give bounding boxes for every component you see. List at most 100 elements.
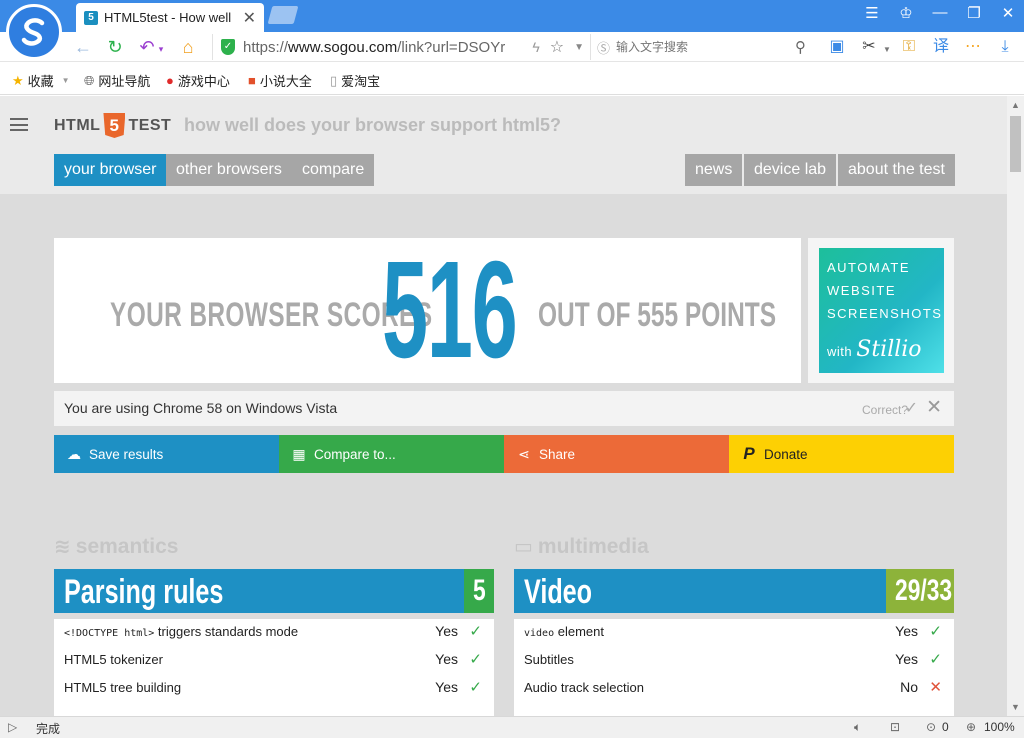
fail-cross-icon: ✕ bbox=[929, 679, 942, 696]
tab-device-lab[interactable]: device lab bbox=[744, 154, 837, 186]
translate-icon[interactable]: 译 bbox=[930, 37, 952, 57]
more-icon[interactable]: ⋯ bbox=[962, 37, 984, 57]
donate-label: Donate bbox=[764, 446, 808, 462]
refresh-icon[interactable]: ↻ bbox=[104, 36, 126, 58]
test-row[interactable]: video element Yes ✓ bbox=[514, 619, 954, 647]
status-text: 完成 bbox=[36, 722, 61, 736]
browser-tab[interactable]: 5 HTML5test - How well ✕ bbox=[76, 3, 264, 32]
donate-button[interactable]: P Donate bbox=[729, 435, 954, 473]
share-button[interactable]: ⋖ Share bbox=[504, 435, 729, 473]
download-count: 0 bbox=[942, 720, 949, 734]
parsing-rules-header[interactable]: Parsing rules 5 bbox=[54, 569, 494, 613]
scissors-dropdown-icon[interactable]: ▼ bbox=[876, 40, 898, 60]
html5-favicon-icon: 5 bbox=[84, 10, 98, 25]
downloads-status-icon[interactable]: ⊙ bbox=[926, 720, 936, 734]
grid-icon: ▦ bbox=[292, 445, 306, 462]
new-tab-button[interactable] bbox=[267, 6, 299, 24]
home-icon[interactable]: ⌂ bbox=[177, 36, 199, 58]
vertical-scrollbar[interactable]: ▲ ▼ bbox=[1007, 96, 1024, 716]
address-bar[interactable]: ✓ https://www.sogou.com/link?url=DSOYr ϟ… bbox=[212, 34, 584, 60]
bookmark-label: 小说大全 bbox=[259, 74, 312, 89]
video-header[interactable]: Video 29/33 bbox=[514, 569, 954, 613]
undo-dropdown-icon[interactable]: ▾ bbox=[150, 38, 172, 60]
favorites-dropdown-icon[interactable]: ▼ bbox=[62, 76, 70, 85]
tab-title: HTML5test - How well bbox=[104, 10, 232, 25]
back-icon[interactable]: ← bbox=[72, 36, 94, 58]
tab-about-the-test[interactable]: about the test bbox=[838, 154, 955, 186]
parsing-rules-score: 5 bbox=[464, 569, 494, 613]
test-result: No bbox=[900, 679, 918, 695]
sidebar-toggle-icon[interactable]: ▷ bbox=[8, 720, 17, 734]
test-row[interactable]: HTML5 tokenizer Yes ✓ bbox=[54, 647, 494, 675]
bookmark-favorites[interactable]: ★ 收藏 ▼ bbox=[12, 71, 70, 90]
scroll-down-icon[interactable]: ▼ bbox=[1011, 702, 1020, 712]
stillio-ad[interactable]: AUTOMATE WEBSITE SCREENSHOTS with Stilli… bbox=[808, 238, 954, 383]
test-result: Yes bbox=[895, 623, 918, 639]
test-label: Audio track selection bbox=[524, 680, 644, 695]
parsing-rules-score-value: 5 bbox=[472, 574, 486, 607]
tab-other-browsers[interactable]: other browsers bbox=[166, 154, 292, 186]
test-row[interactable]: <!DOCTYPE html> triggers standards mode … bbox=[54, 619, 494, 647]
close-tab-icon[interactable]: ✕ bbox=[243, 8, 256, 28]
section-multimedia-title: ▭ multimedia bbox=[514, 534, 649, 559]
tab-your-browser[interactable]: your browser bbox=[54, 154, 167, 186]
address-dropdown-icon[interactable]: ▼ bbox=[574, 42, 584, 53]
bookmark-label: 游戏中心 bbox=[177, 74, 230, 89]
url-text[interactable]: https://www.sogou.com/link?url=DSOYr bbox=[243, 39, 528, 56]
bookmark-taobao[interactable]: ▯ 爱淘宝 bbox=[330, 71, 380, 90]
bookmark-label: 爱淘宝 bbox=[341, 74, 381, 89]
bookmark-novels[interactable]: ■ 小说大全 bbox=[248, 71, 312, 90]
confirm-check-icon[interactable]: ✓ bbox=[905, 398, 918, 418]
video-title: Video bbox=[524, 573, 593, 611]
test-result: Yes bbox=[435, 623, 458, 639]
reject-close-icon[interactable]: ✕ bbox=[926, 396, 942, 419]
globe-icon: 🌐︎ bbox=[84, 72, 95, 88]
zoom-icon[interactable]: ⊕ bbox=[966, 720, 976, 734]
save-results-button[interactable]: ☁ Save results bbox=[54, 435, 279, 473]
parsing-rules-title: Parsing rules bbox=[64, 573, 224, 611]
brand-test: TEST bbox=[128, 116, 172, 134]
speaker-icon[interactable]: 🔈︎ bbox=[854, 720, 861, 735]
test-row[interactable]: Audio track selection No ✕ bbox=[514, 675, 954, 703]
tab-news[interactable]: news bbox=[685, 154, 743, 186]
star-bookmark-icon[interactable]: ☆ bbox=[550, 37, 564, 57]
detected-browser-bar: You are using Chrome 58 on Windows Vista… bbox=[54, 391, 954, 426]
site-logo[interactable]: HTML 5 TEST bbox=[54, 113, 171, 138]
close-window-icon[interactable]: ✕ bbox=[996, 4, 1020, 22]
sogou-logo-icon[interactable] bbox=[6, 4, 62, 60]
skin-icon[interactable]: ♔ bbox=[894, 4, 918, 22]
key-icon[interactable]: ⚿ bbox=[898, 37, 920, 57]
restore-icon[interactable]: ❐ bbox=[962, 4, 986, 22]
minimize-icon[interactable]: — bbox=[928, 4, 952, 21]
bookmark-nav[interactable]: 🌐︎ 网址导航 bbox=[84, 71, 150, 90]
game-icon: ● bbox=[166, 73, 174, 88]
hamburger-menu-icon[interactable] bbox=[10, 118, 28, 131]
search-input[interactable] bbox=[616, 40, 777, 54]
ad-with: with Stillio bbox=[827, 338, 922, 363]
bookmark-games[interactable]: ● 游戏中心 bbox=[166, 71, 230, 90]
download-icon[interactable]: ⤓ bbox=[994, 37, 1016, 57]
navigation-bar: ← ↻ ↶ ▾ ⌂ ✓ https://www.sogou.com/link?u… bbox=[0, 32, 1024, 62]
ad-panel[interactable]: AUTOMATE WEBSITE SCREENSHOTS with Stilli… bbox=[819, 248, 944, 373]
test-row[interactable]: HTML5 tree building Yes ✓ bbox=[54, 675, 494, 703]
zoom-level[interactable]: 100% bbox=[984, 720, 1015, 734]
score-banner: YOUR BROWSER SCORES 516 OUT OF 555 POINT… bbox=[54, 238, 801, 383]
test-row[interactable]: Subtitles Yes ✓ bbox=[514, 647, 954, 675]
scroll-up-icon[interactable]: ▲ bbox=[1011, 100, 1020, 110]
compare-to-button[interactable]: ▦ Compare to... bbox=[279, 435, 504, 473]
save-results-label: Save results bbox=[89, 446, 164, 462]
capture-icon[interactable]: ⊡ bbox=[890, 720, 900, 734]
stillio-brand: Stillio bbox=[856, 337, 922, 362]
parsing-rules-list: <!DOCTYPE html> triggers standards mode … bbox=[54, 619, 494, 716]
ad-line-3: SCREENSHOTS bbox=[827, 306, 943, 321]
search-icon[interactable]: ⚲ bbox=[795, 38, 806, 56]
section-multimedia-label: multimedia bbox=[537, 534, 649, 558]
paypal-icon: P bbox=[743, 444, 755, 463]
extension-icon[interactable]: ▣ bbox=[826, 37, 848, 57]
menu-icon[interactable]: ☰ bbox=[860, 4, 884, 22]
video-score: 29/33 bbox=[886, 569, 954, 613]
tab-compare[interactable]: compare bbox=[292, 154, 375, 186]
scrollbar-thumb[interactable] bbox=[1010, 116, 1021, 172]
ad-line-2: WEBSITE bbox=[827, 283, 897, 298]
lightning-icon[interactable]: ϟ bbox=[532, 39, 539, 55]
